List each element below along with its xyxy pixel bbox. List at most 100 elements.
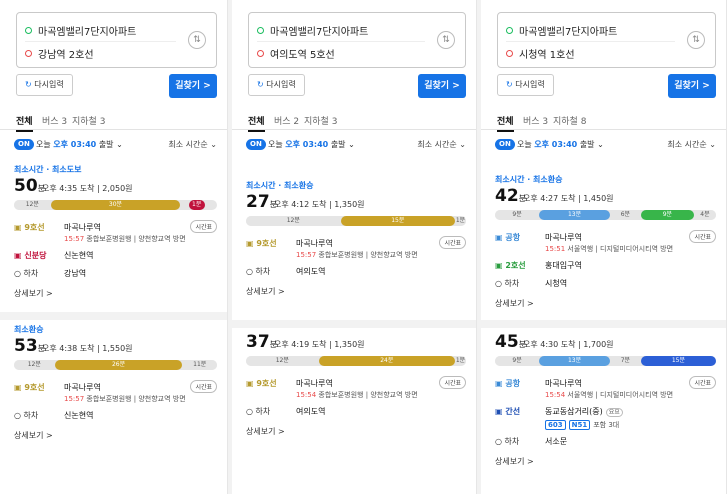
refresh-icon: ↻ — [506, 80, 516, 89]
tab-subway[interactable]: 지하철 8 — [553, 114, 586, 127]
station-name: 강남역 — [64, 268, 86, 279]
swap-icon[interactable]: ⇅ — [188, 31, 206, 49]
origin-field[interactable]: 마곡엠밸리7단지아파트 — [25, 20, 176, 40]
reset-button[interactable]: ↻ 다시입력 — [248, 74, 305, 96]
reset-button[interactable]: ↻ 다시입력 — [16, 74, 73, 96]
route-timeline: 12분 15분 1분 — [246, 216, 466, 226]
route-card[interactable]: 최소시간 · 최소환승 42분 오후 4:27 도착 | 1,450원 9분 13분 6분… — [481, 172, 726, 322]
origin-field[interactable]: 마곡엠밸리7단지아파트 — [506, 20, 675, 40]
timetable-button[interactable]: 시간표 — [439, 376, 466, 389]
duration-minutes: 27 — [246, 192, 270, 212]
arrival-detail: 15:57 종합보훈병원행 | 양천향교역 방면 — [64, 235, 186, 243]
sort-label: 최소 시간순 — [667, 140, 707, 149]
drop-off-icon: ○ — [14, 411, 24, 420]
timeline-segment-walk: 12분 — [14, 360, 55, 370]
departure-time[interactable]: 오늘 오후 03:40 출발 ⌄ — [36, 139, 123, 150]
arrival-clock: 15:57 — [64, 235, 85, 243]
route-panel-3: 마곡엠밸리7단지아파트시청역 1호선 ⇅ ↻ 다시입력 길찾기 > 전체 버스 3 지하철 … — [481, 0, 727, 494]
bus-number[interactable]: 603 — [545, 420, 566, 430]
destination-dot-icon — [257, 49, 264, 57]
chevron-down-icon: ⌄ — [345, 140, 355, 149]
station-name: 여의도역 — [296, 266, 325, 277]
destination-field[interactable]: 여의도역 5호선 — [257, 43, 425, 63]
route-separator — [232, 320, 476, 328]
direction-way: 양천향교역 방면 — [370, 391, 418, 399]
station-name: 마곡나루역 — [545, 378, 582, 389]
timeline-segment-airport: 13분 — [539, 356, 610, 366]
route-card[interactable]: 37분 오후 4:19 도착 | 1,350원 12분 24분 1분 ▣ 9호선 마곡나루역… — [232, 330, 476, 490]
station-tag: 요요 — [605, 408, 623, 417]
tab-bus[interactable]: 버스 3 — [523, 114, 548, 127]
station-text: 마곡나루역 — [64, 223, 101, 232]
details-link[interactable]: 상세보기 > — [14, 288, 53, 299]
tab-subway[interactable]: 지하철 3 — [72, 114, 105, 127]
swap-icon[interactable]: ⇅ — [687, 31, 705, 49]
station-text: 홍대입구역 — [545, 261, 582, 270]
transit-icon: ▣ — [246, 239, 257, 248]
departure-time[interactable]: 오늘 오후 03:40 출발 ⌄ — [517, 139, 604, 150]
drop-off-icon: ○ — [495, 279, 505, 288]
bus-number[interactable]: N51 — [568, 420, 591, 430]
search-route-button[interactable]: 길찾기 > — [668, 74, 716, 98]
timetable-button[interactable]: 시간표 — [689, 376, 716, 389]
reset-button[interactable]: ↻ 다시입력 — [497, 74, 554, 96]
details-label: 상세보기 — [14, 431, 44, 440]
on-badge[interactable]: ON — [495, 139, 515, 150]
search-route-button[interactable]: 길찾기 > — [418, 74, 466, 98]
route-tabs: 전체 버스 2 지하철 3 — [232, 110, 476, 132]
tab-all[interactable]: 전체 — [248, 114, 265, 132]
route-card[interactable]: 최소시간 · 최소도보 50분 오후 4:35 도착 | 2,050원 12분 30분 1… — [0, 162, 227, 312]
sort-select[interactable]: 최소 시간순 ⌄ — [667, 139, 716, 150]
details-link[interactable]: 상세보기 > — [495, 456, 534, 467]
depart-suffix: 출발 — [330, 140, 346, 149]
transit-icon: ▣ — [14, 251, 25, 260]
sort-label: 최소 시간순 — [168, 140, 208, 149]
sort-select[interactable]: 최소 시간순 ⌄ — [168, 139, 217, 150]
timeline-segment-walk: 1분 — [455, 216, 466, 226]
arrival-detail: 15:54 서울역행 | 디지털미디어시티역 방면 — [545, 391, 674, 399]
destination-dot-icon — [506, 49, 513, 57]
route-summary: 오후 4:19 도착 | 1,350원 — [274, 340, 365, 349]
arrival-detail: 15:57 종합보훈병원행 | 양천향교역 방면 — [64, 395, 186, 403]
timeline-segment-walk: 7분 — [609, 356, 641, 366]
origin-dot-icon — [25, 26, 32, 34]
arrival-time: 오후 4:12 도착 — [274, 200, 327, 209]
depart-time-value: 오후 03:40 — [534, 140, 578, 149]
timetable-button[interactable]: 시간표 — [190, 220, 217, 233]
on-badge[interactable]: ON — [246, 139, 266, 150]
route-tabs: 전체 버스 3 지하철 8 — [481, 110, 726, 132]
departure-time[interactable]: 오늘 오후 03:40 출발 ⌄ — [268, 139, 355, 150]
fare: 1,350원 — [334, 340, 365, 349]
fare: 1,350원 — [334, 200, 365, 209]
route-card[interactable]: 45분 오후 4:30 도착 | 1,700원 9분 13분 7분 15분 ▣ 공항 마곡나루… — [481, 330, 726, 494]
arrival-time: 오후 4:38 도착 — [42, 344, 95, 353]
on-badge[interactable]: ON — [14, 139, 34, 150]
chevron-right-icon: > — [43, 289, 53, 298]
details-link[interactable]: 상세보기 > — [246, 286, 285, 297]
timetable-button[interactable]: 시간표 — [689, 230, 716, 243]
line-label: ○ 하차 — [14, 268, 58, 279]
reset-label: 다시입력 — [34, 80, 64, 89]
details-link[interactable]: 상세보기 > — [495, 298, 534, 309]
details-link[interactable]: 상세보기 > — [14, 430, 53, 441]
tab-bus[interactable]: 버스 3 — [42, 114, 67, 127]
tab-all[interactable]: 전체 — [497, 114, 514, 132]
search-route-button[interactable]: 길찾기 > — [169, 74, 217, 98]
route-tabs: 전체 버스 3 지하철 3 — [0, 110, 227, 132]
destination-text: 여의도역 5호선 — [270, 49, 335, 61]
route-card[interactable]: 최소시간 · 최소환승 27분 오후 4:12 도착 | 1,350원 12분 15분 1… — [232, 178, 476, 326]
destination-field[interactable]: 강남역 2호선 — [25, 43, 176, 63]
tab-bus[interactable]: 버스 2 — [274, 114, 299, 127]
swap-icon[interactable]: ⇅ — [437, 31, 455, 49]
route-timeline: 12분 30분 1분 — [14, 200, 217, 210]
route-card[interactable]: 최소환승 53분 오후 4:38 도착 | 1,550원 12분 26분 11분 ▣ 9호선… — [0, 322, 227, 482]
route-search-box: 마곡엠밸리7단지아파트강남역 2호선 ⇅ — [16, 12, 217, 68]
destination-field[interactable]: 시청역 1호선 — [506, 43, 675, 63]
sort-select[interactable]: 최소 시간순 ⌄ — [417, 139, 466, 150]
origin-field[interactable]: 마곡엠밸리7단지아파트 — [257, 20, 425, 40]
tab-subway[interactable]: 지하철 3 — [304, 114, 337, 127]
tab-all[interactable]: 전체 — [16, 114, 33, 132]
details-link[interactable]: 상세보기 > — [246, 426, 285, 437]
timetable-button[interactable]: 시간표 — [190, 380, 217, 393]
timetable-button[interactable]: 시간표 — [439, 236, 466, 249]
